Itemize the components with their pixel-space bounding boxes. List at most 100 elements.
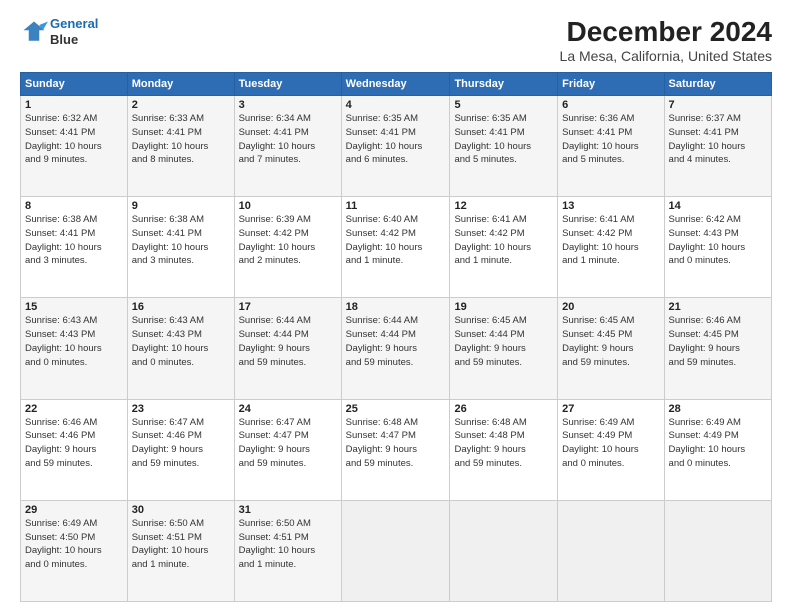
- day-number: 23: [132, 403, 230, 415]
- calendar-cell: [664, 500, 771, 601]
- calendar-cell: 6Sunrise: 6:36 AMSunset: 4:41 PMDaylight…: [558, 96, 664, 197]
- day-number: 25: [346, 403, 446, 415]
- day-info: Sunrise: 6:43 AMSunset: 4:43 PMDaylight:…: [132, 314, 230, 369]
- calendar-cell: 28Sunrise: 6:49 AMSunset: 4:49 PMDayligh…: [664, 399, 771, 500]
- day-number: 1: [25, 99, 123, 111]
- col-friday: Friday: [558, 73, 664, 96]
- day-number: 28: [669, 403, 767, 415]
- header-row: Sunday Monday Tuesday Wednesday Thursday…: [21, 73, 772, 96]
- day-info: Sunrise: 6:45 AMSunset: 4:44 PMDaylight:…: [454, 314, 553, 369]
- calendar-cell: 16Sunrise: 6:43 AMSunset: 4:43 PMDayligh…: [127, 298, 234, 399]
- calendar-cell: 10Sunrise: 6:39 AMSunset: 4:42 PMDayligh…: [234, 197, 341, 298]
- day-info: Sunrise: 6:49 AMSunset: 4:49 PMDaylight:…: [669, 416, 767, 471]
- calendar-cell: 30Sunrise: 6:50 AMSunset: 4:51 PMDayligh…: [127, 500, 234, 601]
- calendar-cell: 22Sunrise: 6:46 AMSunset: 4:46 PMDayligh…: [21, 399, 128, 500]
- day-info: Sunrise: 6:38 AMSunset: 4:41 PMDaylight:…: [132, 213, 230, 268]
- day-number: 2: [132, 99, 230, 111]
- day-number: 4: [346, 99, 446, 111]
- calendar-cell: 20Sunrise: 6:45 AMSunset: 4:45 PMDayligh…: [558, 298, 664, 399]
- day-number: 19: [454, 301, 553, 313]
- calendar-cell: 14Sunrise: 6:42 AMSunset: 4:43 PMDayligh…: [664, 197, 771, 298]
- calendar-cell: 8Sunrise: 6:38 AMSunset: 4:41 PMDaylight…: [21, 197, 128, 298]
- calendar-cell: 15Sunrise: 6:43 AMSunset: 4:43 PMDayligh…: [21, 298, 128, 399]
- day-info: Sunrise: 6:50 AMSunset: 4:51 PMDaylight:…: [132, 517, 230, 572]
- day-number: 17: [239, 301, 337, 313]
- day-info: Sunrise: 6:45 AMSunset: 4:45 PMDaylight:…: [562, 314, 659, 369]
- day-number: 21: [669, 301, 767, 313]
- day-number: 22: [25, 403, 123, 415]
- calendar-cell: [450, 500, 558, 601]
- col-tuesday: Tuesday: [234, 73, 341, 96]
- day-number: 6: [562, 99, 659, 111]
- day-info: Sunrise: 6:44 AMSunset: 4:44 PMDaylight:…: [346, 314, 446, 369]
- week-row-5: 29Sunrise: 6:49 AMSunset: 4:50 PMDayligh…: [21, 500, 772, 601]
- calendar-cell: 23Sunrise: 6:47 AMSunset: 4:46 PMDayligh…: [127, 399, 234, 500]
- calendar-header: Sunday Monday Tuesday Wednesday Thursday…: [21, 73, 772, 96]
- calendar-cell: [558, 500, 664, 601]
- day-number: 26: [454, 403, 553, 415]
- week-row-1: 1Sunrise: 6:32 AMSunset: 4:41 PMDaylight…: [21, 96, 772, 197]
- day-info: Sunrise: 6:33 AMSunset: 4:41 PMDaylight:…: [132, 112, 230, 167]
- day-number: 29: [25, 504, 123, 516]
- day-number: 12: [454, 200, 553, 212]
- day-info: Sunrise: 6:35 AMSunset: 4:41 PMDaylight:…: [346, 112, 446, 167]
- calendar-cell: 1Sunrise: 6:32 AMSunset: 4:41 PMDaylight…: [21, 96, 128, 197]
- day-number: 11: [346, 200, 446, 212]
- day-info: Sunrise: 6:50 AMSunset: 4:51 PMDaylight:…: [239, 517, 337, 572]
- day-number: 31: [239, 504, 337, 516]
- calendar-cell: 25Sunrise: 6:48 AMSunset: 4:47 PMDayligh…: [341, 399, 450, 500]
- day-number: 20: [562, 301, 659, 313]
- calendar-cell: 26Sunrise: 6:48 AMSunset: 4:48 PMDayligh…: [450, 399, 558, 500]
- day-info: Sunrise: 6:41 AMSunset: 4:42 PMDaylight:…: [562, 213, 659, 268]
- calendar-cell: 3Sunrise: 6:34 AMSunset: 4:41 PMDaylight…: [234, 96, 341, 197]
- col-thursday: Thursday: [450, 73, 558, 96]
- day-info: Sunrise: 6:44 AMSunset: 4:44 PMDaylight:…: [239, 314, 337, 369]
- day-number: 10: [239, 200, 337, 212]
- day-info: Sunrise: 6:36 AMSunset: 4:41 PMDaylight:…: [562, 112, 659, 167]
- calendar-cell: 9Sunrise: 6:38 AMSunset: 4:41 PMDaylight…: [127, 197, 234, 298]
- calendar-cell: 31Sunrise: 6:50 AMSunset: 4:51 PMDayligh…: [234, 500, 341, 601]
- title-block: December 2024 La Mesa, California, Unite…: [560, 16, 772, 64]
- page-title: December 2024: [560, 16, 772, 48]
- calendar-cell: 4Sunrise: 6:35 AMSunset: 4:41 PMDaylight…: [341, 96, 450, 197]
- day-info: Sunrise: 6:41 AMSunset: 4:42 PMDaylight:…: [454, 213, 553, 268]
- logo-text: General Blue: [50, 16, 98, 47]
- day-number: 16: [132, 301, 230, 313]
- day-number: 27: [562, 403, 659, 415]
- day-info: Sunrise: 6:49 AMSunset: 4:50 PMDaylight:…: [25, 517, 123, 572]
- day-info: Sunrise: 6:48 AMSunset: 4:47 PMDaylight:…: [346, 416, 446, 471]
- day-number: 5: [454, 99, 553, 111]
- day-info: Sunrise: 6:43 AMSunset: 4:43 PMDaylight:…: [25, 314, 123, 369]
- calendar-cell: 5Sunrise: 6:35 AMSunset: 4:41 PMDaylight…: [450, 96, 558, 197]
- calendar-cell: 17Sunrise: 6:44 AMSunset: 4:44 PMDayligh…: [234, 298, 341, 399]
- calendar-table: Sunday Monday Tuesday Wednesday Thursday…: [20, 72, 772, 602]
- day-info: Sunrise: 6:40 AMSunset: 4:42 PMDaylight:…: [346, 213, 446, 268]
- day-info: Sunrise: 6:38 AMSunset: 4:41 PMDaylight:…: [25, 213, 123, 268]
- calendar-cell: 12Sunrise: 6:41 AMSunset: 4:42 PMDayligh…: [450, 197, 558, 298]
- day-info: Sunrise: 6:47 AMSunset: 4:47 PMDaylight:…: [239, 416, 337, 471]
- day-number: 24: [239, 403, 337, 415]
- calendar-cell: 21Sunrise: 6:46 AMSunset: 4:45 PMDayligh…: [664, 298, 771, 399]
- day-number: 15: [25, 301, 123, 313]
- col-saturday: Saturday: [664, 73, 771, 96]
- day-info: Sunrise: 6:34 AMSunset: 4:41 PMDaylight:…: [239, 112, 337, 167]
- calendar-cell: 19Sunrise: 6:45 AMSunset: 4:44 PMDayligh…: [450, 298, 558, 399]
- day-info: Sunrise: 6:46 AMSunset: 4:46 PMDaylight:…: [25, 416, 123, 471]
- day-number: 7: [669, 99, 767, 111]
- calendar-cell: 13Sunrise: 6:41 AMSunset: 4:42 PMDayligh…: [558, 197, 664, 298]
- calendar-cell: 2Sunrise: 6:33 AMSunset: 4:41 PMDaylight…: [127, 96, 234, 197]
- week-row-4: 22Sunrise: 6:46 AMSunset: 4:46 PMDayligh…: [21, 399, 772, 500]
- day-info: Sunrise: 6:49 AMSunset: 4:49 PMDaylight:…: [562, 416, 659, 471]
- day-number: 3: [239, 99, 337, 111]
- calendar-cell: 24Sunrise: 6:47 AMSunset: 4:47 PMDayligh…: [234, 399, 341, 500]
- calendar-cell: 29Sunrise: 6:49 AMSunset: 4:50 PMDayligh…: [21, 500, 128, 601]
- day-info: Sunrise: 6:48 AMSunset: 4:48 PMDaylight:…: [454, 416, 553, 471]
- day-number: 8: [25, 200, 123, 212]
- col-monday: Monday: [127, 73, 234, 96]
- day-number: 13: [562, 200, 659, 212]
- day-number: 14: [669, 200, 767, 212]
- day-info: Sunrise: 6:37 AMSunset: 4:41 PMDaylight:…: [669, 112, 767, 167]
- page: General Blue December 2024 La Mesa, Cali…: [0, 0, 792, 612]
- calendar-cell: 18Sunrise: 6:44 AMSunset: 4:44 PMDayligh…: [341, 298, 450, 399]
- logo-icon: [20, 18, 48, 46]
